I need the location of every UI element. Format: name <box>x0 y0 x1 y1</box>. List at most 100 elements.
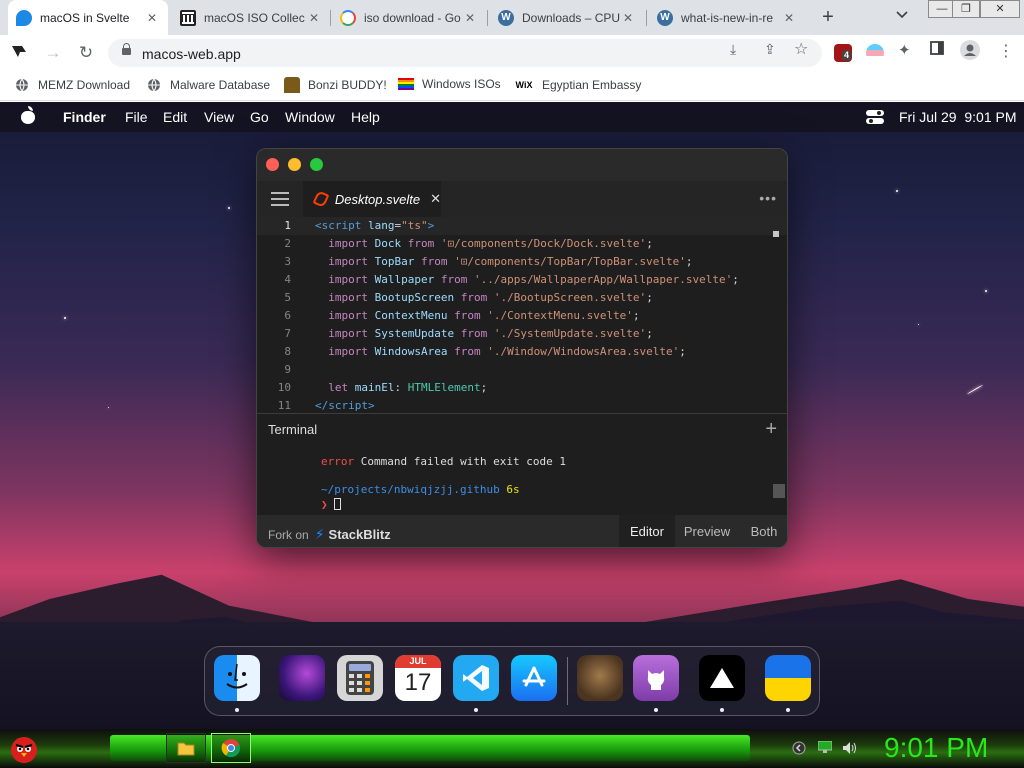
chrome-menu-icon[interactable]: ⋮ <box>998 41 1014 61</box>
browser-tab-1[interactable]: macOS ISO Collec ✕ <box>172 0 330 35</box>
install-app-icon[interactable]: ⤓ <box>730 41 736 58</box>
code-token: import <box>328 345 368 358</box>
macos-desktop[interactable]: Finder File Edit View Go Window Help Fri… <box>0 102 1024 729</box>
close-window-dot[interactable] <box>266 158 279 171</box>
menu-edit[interactable]: Edit <box>163 109 187 125</box>
new-tab-button[interactable]: + <box>816 6 840 30</box>
code-line[interactable]: 2 import Dock from '⊡/components/Dock/Do… <box>257 235 787 253</box>
address-bar[interactable]: macos-web.app <box>108 39 822 67</box>
apple-logo-icon[interactable] <box>20 106 36 124</box>
code-token: from <box>421 255 448 268</box>
calculator-icon[interactable] <box>337 655 383 701</box>
code-editor[interactable]: 1 <script lang="ts"> 2 import Dock from '⊡… <box>257 217 787 413</box>
restore-window-button[interactable]: ❐ <box>952 0 980 18</box>
tab-close-icon[interactable]: ✕ <box>144 11 160 25</box>
browser-tab-3[interactable]: W Downloads – CPU ✕ <box>490 0 644 35</box>
terminal-scrollbar[interactable] <box>773 484 785 498</box>
menu-window[interactable]: Window <box>285 109 335 125</box>
code-line[interactable]: 1 <script lang="ts"> <box>257 217 787 235</box>
menu-app-name[interactable]: Finder <box>63 109 106 125</box>
bookmark-malware-database[interactable]: Malware Database <box>146 77 270 93</box>
vscode-icon[interactable] <box>453 655 499 701</box>
extension-shield-icon[interactable]: 4 <box>834 44 852 62</box>
bookmark-star-icon[interactable]: ☆ <box>794 39 808 59</box>
svelte-file-icon <box>312 190 330 208</box>
browser-tab-2[interactable]: iso download - Go ✕ <box>332 0 486 35</box>
hamburger-menu-icon[interactable] <box>271 192 289 206</box>
close-window-button[interactable]: ✕ <box>980 0 1020 18</box>
bookmark-bonzi-buddy[interactable]: Bonzi BUDDY! <box>284 77 387 93</box>
menu-help[interactable]: Help <box>351 109 380 125</box>
code-token: from <box>440 273 468 286</box>
forward-button[interactable]: → <box>40 40 66 66</box>
view-both-button[interactable]: Both <box>739 515 787 547</box>
tab-close-icon[interactable]: ✕ <box>462 11 478 25</box>
star <box>985 290 987 292</box>
app-store-icon[interactable] <box>511 655 557 701</box>
bookmark-egyptian-embassy[interactable]: WiX Egyptian Embassy <box>514 77 642 93</box>
file-explorer-taskbar-button[interactable] <box>166 733 206 763</box>
extensions-puzzle-icon[interactable]: ✦ <box>898 41 911 59</box>
calendar-icon[interactable]: JUL 17 <box>395 655 441 701</box>
tray-overflow-icon[interactable] <box>792 741 806 758</box>
code-line[interactable]: 7 import SystemUpdate from './SystemUpda… <box>257 325 787 343</box>
more-options-icon[interactable]: ••• <box>759 190 777 206</box>
menu-file[interactable]: File <box>125 109 148 125</box>
editor-file-tab[interactable]: Desktop.svelte ✕ <box>303 181 441 217</box>
code-line[interactable]: 10 let mainEl: HTMLElement; <box>257 379 787 397</box>
back-button[interactable] <box>6 40 32 66</box>
view-editor-button[interactable]: Editor <box>619 515 675 547</box>
tab-search-chevron-icon[interactable] <box>896 8 908 22</box>
trans-flag-extension-icon[interactable] <box>866 44 884 62</box>
fork-on-stackblitz-link[interactable]: Fork on ⚡ StackBlitz <box>268 526 391 543</box>
code-line[interactable]: 4 import Wallpaper from '../apps/Wallpap… <box>257 271 787 289</box>
zoom-window-dot[interactable] <box>310 158 323 171</box>
code-line[interactable]: 9 <box>257 361 787 379</box>
taskbar-clock[interactable]: 9:01 PM <box>884 732 988 764</box>
control-center-icon[interactable] <box>866 110 884 127</box>
reload-button[interactable]: ↻ <box>73 40 99 66</box>
bookmark-windows-isos[interactable]: Windows ISOs <box>398 77 501 91</box>
tab-close-icon[interactable]: ✕ <box>306 11 322 25</box>
github-icon[interactable] <box>633 655 679 701</box>
tab-close-icon[interactable]: ✕ <box>781 11 797 25</box>
terminal-panel[interactable]: Terminal + error Command failed with exi… <box>257 413 787 515</box>
volume-icon[interactable] <box>842 741 858 758</box>
vercel-icon[interactable] <box>699 655 745 701</box>
code-text: import ContextMenu from './ContextMenu.s… <box>315 307 639 325</box>
code-line[interactable]: 6 import ContextMenu from './ContextMenu… <box>257 307 787 325</box>
profile-avatar-icon[interactable] <box>960 40 980 63</box>
code-token: './ContextMenu.svelte' <box>487 309 633 322</box>
code-line[interactable]: 3 import TopBar from '⊡/components/TopBa… <box>257 253 787 271</box>
browser-tab-4[interactable]: W what-is-new-in-re ✕ <box>649 0 805 35</box>
browser-tab-0[interactable]: macOS in Svelte ✕ <box>8 0 168 35</box>
menubar-datetime[interactable]: Fri Jul 29 9:01 PM <box>899 109 1017 125</box>
menu-go[interactable]: Go <box>250 109 269 125</box>
bookmark-memz[interactable]: MEMZ Download <box>14 77 130 93</box>
network-icon[interactable] <box>817 740 833 756</box>
chrome-taskbar-button[interactable] <box>211 733 251 763</box>
angry-bird-start-button[interactable] <box>4 733 44 763</box>
window-titlebar[interactable] <box>257 149 787 181</box>
code-line[interactable]: 8 import WindowsArea from './Window/Wind… <box>257 343 787 361</box>
share-icon[interactable]: ⇪ <box>764 41 776 58</box>
close-tab-icon[interactable]: ✕ <box>430 191 441 207</box>
finder-icon[interactable] <box>214 655 260 701</box>
ukraine-flag-icon[interactable] <box>765 655 811 701</box>
new-terminal-plus-icon[interactable]: + <box>765 418 777 441</box>
code-text: import BootupScreen from './BootupScreen… <box>315 289 653 307</box>
tab-close-icon[interactable]: ✕ <box>620 11 636 25</box>
view-preview-button[interactable]: Preview <box>675 515 739 547</box>
cat-photo-icon[interactable] <box>577 655 623 701</box>
minimize-window-dot[interactable] <box>288 158 301 171</box>
side-panel-icon[interactable] <box>930 41 944 58</box>
menu-view[interactable]: View <box>204 109 234 125</box>
code-line[interactable]: 5 import BootupScreen from './BootupScre… <box>257 289 787 307</box>
code-token: import <box>328 309 368 322</box>
wallpapers-icon[interactable] <box>279 655 325 701</box>
